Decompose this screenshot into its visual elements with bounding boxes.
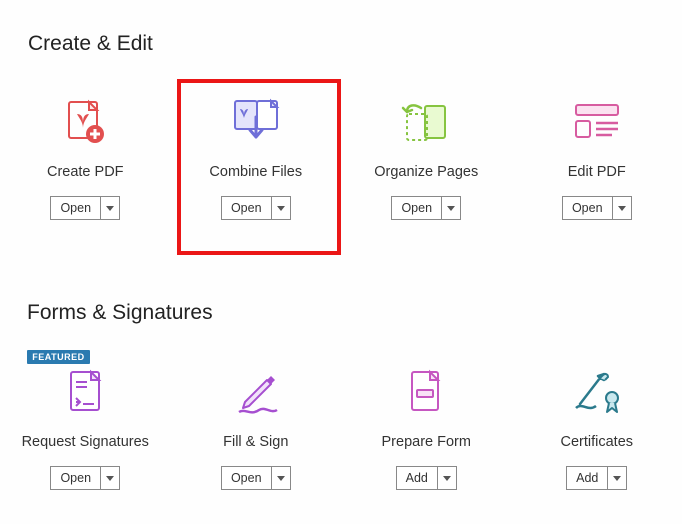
- add-button[interactable]: Add: [566, 466, 627, 490]
- dropdown-arrow-icon[interactable]: [101, 467, 119, 489]
- fill-sign-icon: [227, 368, 285, 416]
- dropdown-arrow-icon[interactable]: [272, 467, 290, 489]
- tool-label: Fill & Sign: [223, 434, 288, 450]
- featured-badge: FEATURED: [27, 350, 89, 364]
- edit-pdf-icon: [568, 98, 626, 146]
- request-signatures-icon: [56, 368, 114, 416]
- section-title-forms-signatures: Forms & Signatures: [27, 301, 213, 325]
- open-button[interactable]: Open: [50, 196, 120, 220]
- tool-certificates[interactable]: Certificates Add: [512, 350, 682, 490]
- button-text: Open: [563, 197, 613, 219]
- open-button[interactable]: Open: [221, 466, 291, 490]
- button-text: Open: [392, 197, 442, 219]
- button-text: Add: [397, 467, 438, 489]
- button-text: Open: [222, 197, 272, 219]
- dropdown-arrow-icon[interactable]: [101, 197, 119, 219]
- create-pdf-icon: [56, 98, 114, 146]
- add-button[interactable]: Add: [396, 466, 457, 490]
- prepare-form-icon: [397, 368, 455, 416]
- dropdown-arrow-icon[interactable]: [272, 197, 290, 219]
- open-button[interactable]: Open: [221, 196, 291, 220]
- tool-label: Edit PDF: [568, 164, 626, 180]
- button-text: Open: [51, 467, 101, 489]
- tool-prepare-form[interactable]: Prepare Form Add: [341, 350, 512, 490]
- button-text: Open: [222, 467, 272, 489]
- tool-label: Prepare Form: [382, 434, 471, 450]
- open-button[interactable]: Open: [50, 466, 120, 490]
- tool-label: Organize Pages: [374, 164, 478, 180]
- tool-grid-create-edit: Create PDF Open Combine Files Open: [0, 90, 682, 220]
- tool-label: Request Signatures: [22, 434, 149, 450]
- tool-fill-sign[interactable]: Fill & Sign Open: [171, 350, 342, 490]
- open-button[interactable]: Open: [562, 196, 632, 220]
- tool-organize-pages[interactable]: Organize Pages Open: [341, 90, 512, 220]
- tool-create-pdf[interactable]: Create PDF Open: [0, 90, 171, 220]
- tool-grid-forms-signatures: FEATURED Request Signatures Open: [0, 350, 682, 490]
- button-text: Open: [51, 197, 101, 219]
- tool-edit-pdf[interactable]: Edit PDF Open: [512, 90, 682, 220]
- open-button[interactable]: Open: [391, 196, 461, 220]
- dropdown-arrow-icon[interactable]: [608, 467, 626, 489]
- dropdown-arrow-icon[interactable]: [438, 467, 456, 489]
- section-title-create-edit: Create & Edit: [28, 32, 153, 56]
- tool-request-signatures[interactable]: FEATURED Request Signatures Open: [0, 350, 171, 490]
- organize-pages-icon: [397, 98, 455, 146]
- combine-files-icon: [227, 98, 285, 146]
- button-text: Add: [567, 467, 608, 489]
- dropdown-arrow-icon[interactable]: [442, 197, 460, 219]
- tool-label: Certificates: [560, 434, 633, 450]
- dropdown-arrow-icon[interactable]: [613, 197, 631, 219]
- certificates-icon: [568, 368, 626, 416]
- tool-label: Combine Files: [209, 164, 302, 180]
- tool-label: Create PDF: [47, 164, 124, 180]
- tool-combine-files[interactable]: Combine Files Open: [171, 90, 342, 220]
